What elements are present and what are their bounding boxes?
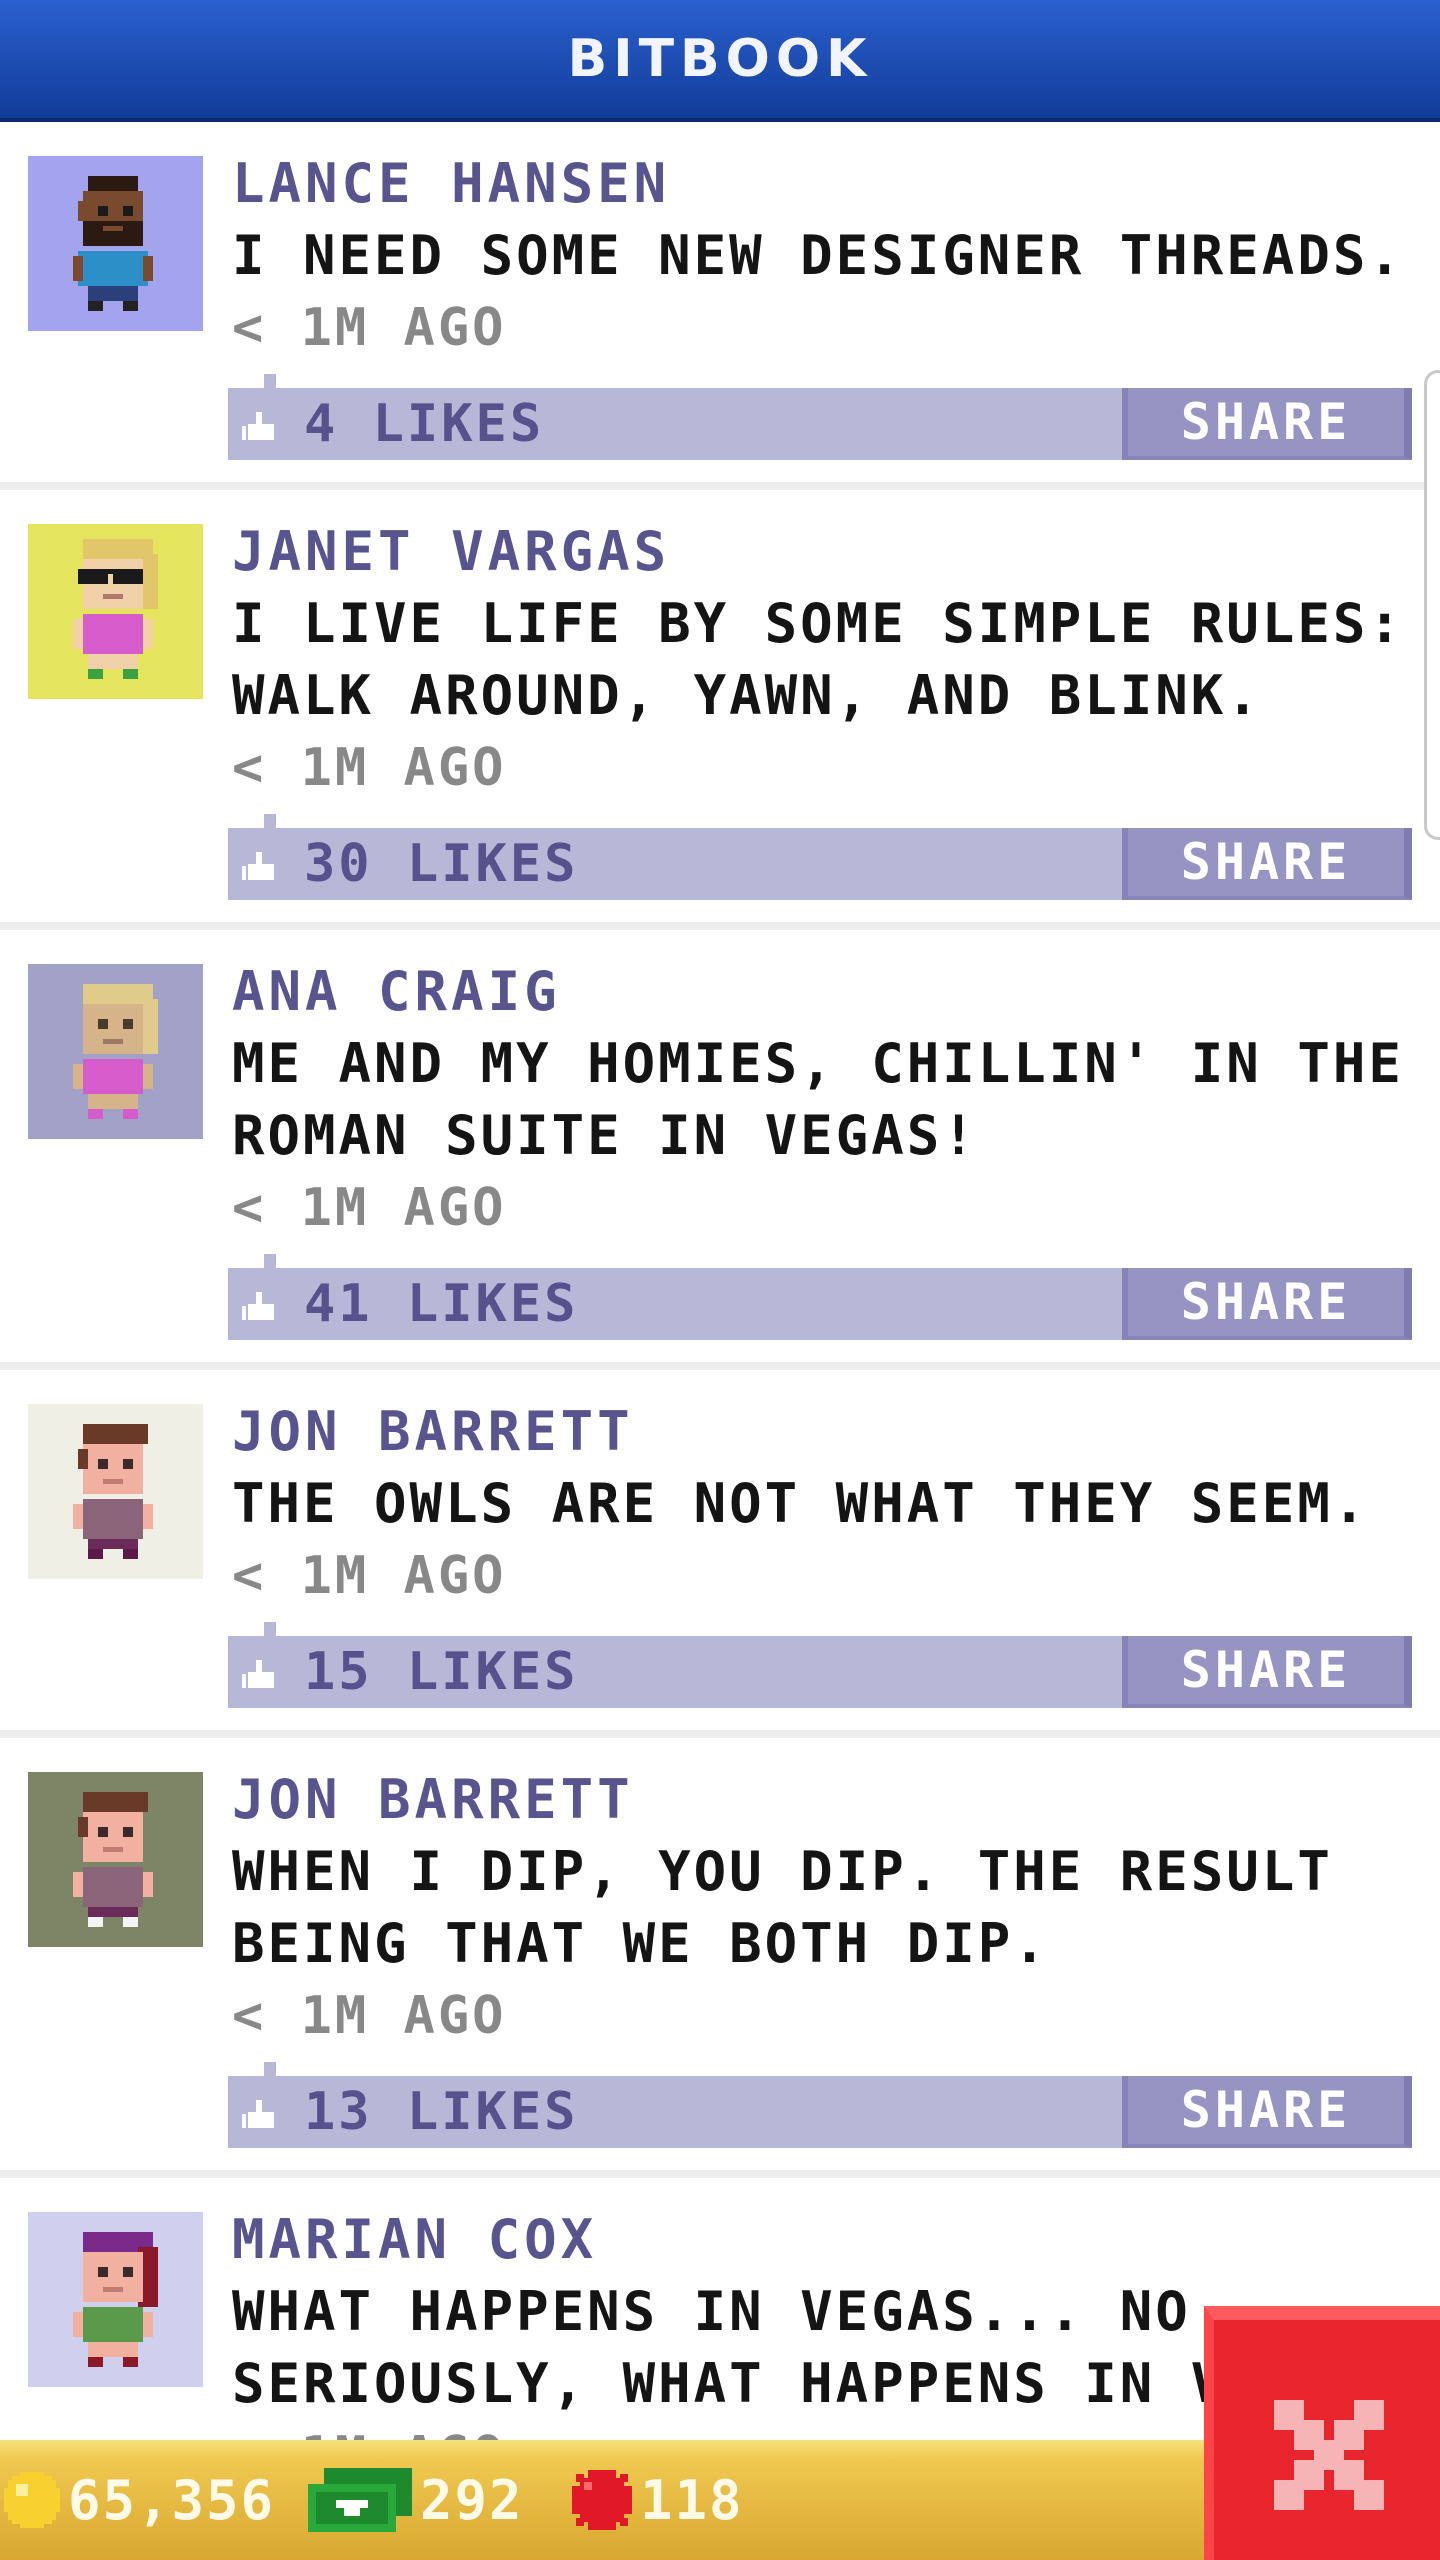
post-message: ME AND MY HOMIES, CHILLIN' IN THE ROMAN …: [232, 1032, 1404, 1167]
post-message: I NEED SOME NEW DESIGNER THREADS.: [232, 224, 1404, 287]
post: JON BARRETT WHEN I DIP, YOU DIP. THE RES…: [0, 1738, 1440, 2178]
post-author[interactable]: JON BARRETT: [232, 1396, 1410, 1468]
likes-bar: 30 LIKES SHARE: [228, 814, 1412, 900]
post: ANA CRAIG ME AND MY HOMIES, CHILLIN' IN …: [0, 930, 1440, 1370]
bux-icon: [308, 2468, 412, 2532]
post-author[interactable]: JANET VARGAS: [232, 516, 1410, 588]
like-tab: [264, 2062, 276, 2076]
likes-bar: 4 LIKES SHARE: [228, 374, 1412, 460]
share-button[interactable]: SHARE: [1122, 2076, 1412, 2148]
post-body: JANET VARGAS I LIVE LIFE BY SOME SIMPLE …: [232, 516, 1410, 804]
thumbs-up-icon[interactable]: [242, 848, 280, 884]
likes-count: 13 LIKES: [304, 2082, 579, 2142]
post-body: JON BARRETT THE OWLS ARE NOT WHAT THEY S…: [232, 1396, 1410, 1612]
post-author[interactable]: ANA CRAIG: [232, 956, 1410, 1028]
tickets-count: 118: [640, 2468, 744, 2532]
post: JANET VARGAS I LIVE LIFE BY SOME SIMPLE …: [0, 490, 1440, 930]
thumbs-up-icon[interactable]: [242, 408, 280, 444]
post-time: < 1M AGO: [232, 1986, 507, 2046]
avatar[interactable]: [28, 2212, 203, 2387]
like-tab: [264, 1254, 276, 1268]
coin-icon: [4, 2472, 60, 2528]
coins-count: 65,356: [68, 2468, 276, 2532]
post-body: LANCE HANSEN I NEED SOME NEW DESIGNER TH…: [232, 148, 1410, 364]
avatar[interactable]: [28, 1772, 203, 1947]
ticket-icon: [572, 2470, 632, 2530]
feed[interactable]: LANCE HANSEN I NEED SOME NEW DESIGNER TH…: [0, 122, 1440, 2442]
app-header: BITBOOK: [0, 0, 1440, 122]
scrollbar[interactable]: [1424, 370, 1440, 840]
likes-bar: 41 LIKES SHARE: [228, 1254, 1412, 1340]
like-tab: [264, 1622, 276, 1636]
avatar[interactable]: [28, 1404, 203, 1579]
close-button[interactable]: [1204, 2306, 1440, 2560]
post-message: I LIVE LIFE BY SOME SIMPLE RULES: WALK A…: [232, 592, 1404, 727]
bux-display: 292: [308, 2440, 524, 2560]
post: JON BARRETT THE OWLS ARE NOT WHAT THEY S…: [0, 1370, 1440, 1738]
likes-count: 41 LIKES: [304, 1274, 579, 1334]
post-message: THE OWLS ARE NOT WHAT THEY SEEM.: [232, 1472, 1369, 1535]
avatar[interactable]: [28, 964, 203, 1139]
post-message: WHEN I DIP, YOU DIP. THE RESULT BEING TH…: [232, 1840, 1333, 1975]
app-title: BITBOOK: [567, 29, 873, 89]
bux-count: 292: [420, 2468, 524, 2532]
share-button[interactable]: SHARE: [1122, 828, 1412, 900]
post: LANCE HANSEN I NEED SOME NEW DESIGNER TH…: [0, 122, 1440, 490]
thumbs-up-icon[interactable]: [242, 1656, 280, 1692]
share-button[interactable]: SHARE: [1122, 388, 1412, 460]
coins-display: 65,356: [4, 2440, 275, 2560]
likes-count: 15 LIKES: [304, 1642, 579, 1702]
post-body: ANA CRAIG ME AND MY HOMIES, CHILLIN' IN …: [232, 956, 1410, 1244]
like-tab: [264, 814, 276, 828]
like-tab: [264, 374, 276, 388]
post-time: < 1M AGO: [232, 1546, 507, 1606]
post-author[interactable]: LANCE HANSEN: [232, 148, 1410, 220]
likes-bar: 13 LIKES SHARE: [228, 2062, 1412, 2148]
likes-count: 30 LIKES: [304, 834, 579, 894]
tickets-display: 118: [572, 2440, 744, 2560]
close-icon: [1274, 2400, 1384, 2510]
avatar[interactable]: [28, 156, 203, 331]
post-author[interactable]: JON BARRETT: [232, 1764, 1410, 1836]
post-time: < 1M AGO: [232, 1178, 507, 1238]
share-button[interactable]: SHARE: [1122, 1268, 1412, 1340]
thumbs-up-icon[interactable]: [242, 1288, 280, 1324]
avatar[interactable]: [28, 524, 203, 699]
share-button[interactable]: SHARE: [1122, 1636, 1412, 1708]
post-author[interactable]: MARIAN COX: [232, 2204, 1410, 2276]
thumbs-up-icon[interactable]: [242, 2096, 280, 2132]
likes-bar: 15 LIKES SHARE: [228, 1622, 1412, 1708]
likes-count: 4 LIKES: [304, 394, 545, 454]
post-time: < 1M AGO: [232, 738, 507, 798]
post-body: JON BARRETT WHEN I DIP, YOU DIP. THE RES…: [232, 1764, 1410, 2052]
post-time: < 1M AGO: [232, 298, 507, 358]
